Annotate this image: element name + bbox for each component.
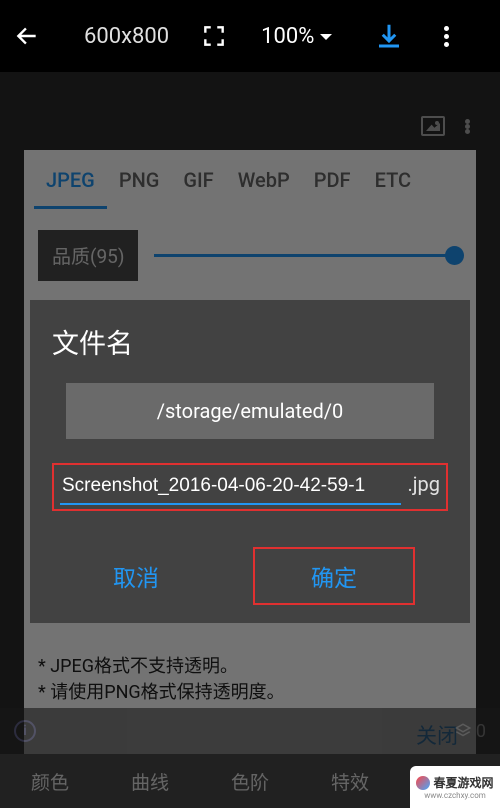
dialog-actions: 取消 确定 <box>52 547 448 605</box>
zoom-dropdown[interactable]: 100% <box>261 24 334 49</box>
fullscreen-icon[interactable] <box>201 23 227 49</box>
download-icon[interactable] <box>374 21 404 51</box>
filename-input[interactable] <box>60 471 401 505</box>
file-extension: .jpg <box>407 472 440 500</box>
filename-row: .jpg <box>52 463 448 511</box>
back-icon[interactable] <box>14 23 40 49</box>
watermark-url: www.czchxy.com <box>424 791 486 800</box>
zoom-value: 100% <box>261 24 314 49</box>
chevron-down-icon <box>318 24 334 49</box>
dialog-title: 文件名 <box>52 322 448 361</box>
watermark-name: 春夏游戏网 <box>433 774 493 791</box>
image-dimensions: 600x800 <box>84 24 169 49</box>
watermark-logo-icon <box>416 776 430 790</box>
filename-dialog: 文件名 /storage/emulated/0 .jpg 取消 确定 <box>30 300 470 623</box>
cancel-button[interactable]: 取消 <box>85 551 187 601</box>
watermark: 春夏游戏网 www.czchxy.com <box>410 766 500 808</box>
save-path-button[interactable]: /storage/emulated/0 <box>66 383 434 439</box>
more-icon[interactable] <box>434 26 458 47</box>
confirm-button[interactable]: 确定 <box>253 547 415 605</box>
top-toolbar: 600x800 100% <box>0 0 500 72</box>
